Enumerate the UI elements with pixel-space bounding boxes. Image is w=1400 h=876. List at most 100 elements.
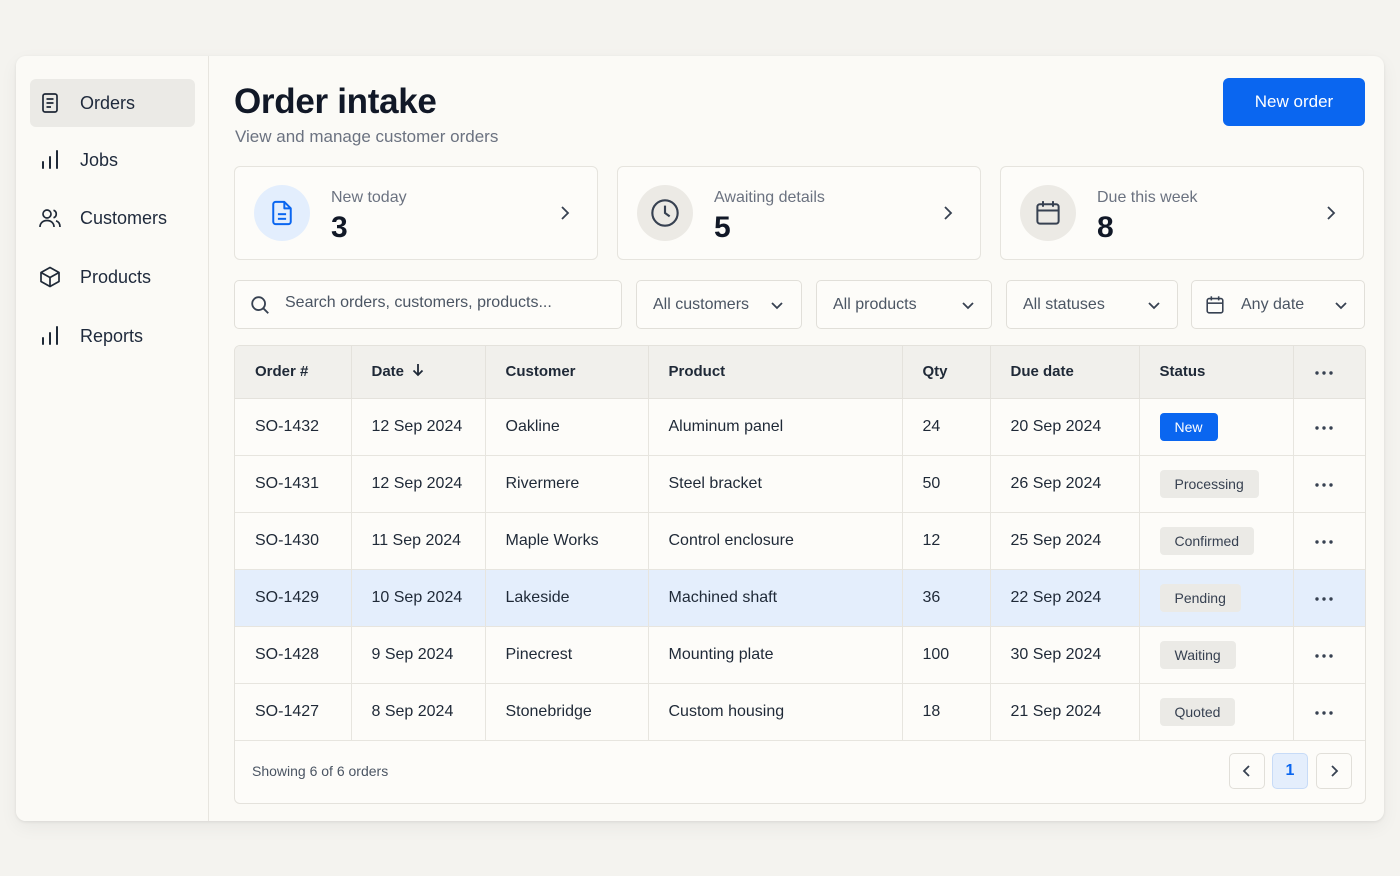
- cell-order: SO-1430: [235, 512, 352, 570]
- column-header-order[interactable]: Order #: [235, 346, 352, 399]
- calendar-icon: [1036, 201, 1060, 225]
- cell-customer: Maple Works: [485, 512, 649, 570]
- column-header-product[interactable]: Product: [648, 346, 903, 399]
- card-value: 5: [714, 211, 731, 244]
- cell-product: Steel bracket: [648, 455, 903, 513]
- cell-qty: 12: [902, 512, 991, 570]
- page-title: Order intake: [234, 82, 437, 121]
- column-header-actions[interactable]: [1293, 346, 1365, 399]
- card-awaiting-details[interactable]: Awaiting details 5: [617, 166, 981, 260]
- sidebar-item-label: Products: [80, 266, 152, 287]
- cell-actions: [1293, 626, 1365, 684]
- cell-date: 9 Sep 2024: [351, 626, 486, 684]
- table-row[interactable]: SO-1432 12 Sep 2024 Oakline Aluminum pan…: [235, 398, 1365, 456]
- more-horizontal-icon[interactable]: [1314, 653, 1334, 659]
- cell-qty: 36: [902, 569, 991, 627]
- cell-customer: Rivermere: [485, 455, 649, 513]
- more-horizontal-icon[interactable]: [1314, 482, 1334, 488]
- table-row[interactable]: SO-1431 12 Sep 2024 Rivermere Steel brac…: [235, 455, 1365, 513]
- cell-product: Machined shaft: [648, 569, 903, 627]
- table-footer-count: Showing 6 of 6 orders: [252, 763, 389, 779]
- cell-date: 12 Sep 2024: [351, 455, 486, 513]
- pagination-next-button[interactable]: [1316, 753, 1352, 789]
- chevron-down-icon: [1148, 302, 1160, 310]
- more-horizontal-icon[interactable]: [1314, 425, 1334, 431]
- cell-status: Confirmed: [1139, 512, 1294, 570]
- cell-qty: 100: [902, 626, 991, 684]
- products-filter-value: All products: [833, 296, 917, 313]
- pagination-page-button[interactable]: 1: [1272, 753, 1308, 789]
- search-field[interactable]: [234, 280, 622, 329]
- search-input[interactable]: [285, 294, 605, 312]
- cell-status: Quoted: [1139, 683, 1294, 741]
- cell-actions: [1293, 455, 1365, 513]
- cell-date: 11 Sep 2024: [351, 512, 486, 570]
- orders-table: Order # Date Customer Product Qty Due da…: [235, 346, 1365, 741]
- bar-chart-icon: [42, 150, 58, 169]
- chevron-down-icon: [1335, 302, 1347, 310]
- sidebar-item-jobs[interactable]: Jobs: [30, 136, 195, 184]
- cell-due-date: 25 Sep 2024: [990, 512, 1140, 570]
- clock-icon: [651, 199, 679, 227]
- cell-customer: Stonebridge: [485, 683, 649, 741]
- card-label: Due this week: [1097, 189, 1198, 206]
- more-horizontal-icon[interactable]: [1314, 539, 1334, 545]
- date-filter[interactable]: Any date: [1191, 280, 1365, 329]
- sidebar: Orders Jobs Customers Products Reports: [16, 56, 209, 821]
- chevron-right-icon: [1331, 765, 1339, 777]
- cell-order: SO-1427: [235, 683, 352, 741]
- card-icon-wrap: [1020, 185, 1076, 241]
- sidebar-item-reports[interactable]: Reports: [30, 312, 195, 360]
- sidebar-item-customers[interactable]: Customers: [30, 194, 195, 242]
- column-header-status[interactable]: Status: [1139, 346, 1294, 399]
- cell-order: SO-1431: [235, 455, 352, 513]
- table-row[interactable]: SO-1427 8 Sep 2024 Stonebridge Custom ho…: [235, 683, 1365, 741]
- card-due-this-week[interactable]: Due this week 8: [1000, 166, 1364, 260]
- page-subtitle: View and manage customer orders: [235, 127, 499, 146]
- cell-order: SO-1432: [235, 398, 352, 456]
- table-row-selected[interactable]: SO-1429 10 Sep 2024 Lakeside Machined sh…: [235, 569, 1365, 627]
- app-window: Orders Jobs Customers Products Reports O…: [16, 56, 1384, 821]
- status-badge: Waiting: [1159, 640, 1236, 669]
- cell-date: 12 Sep 2024: [351, 398, 486, 456]
- sidebar-item-label: Customers: [80, 207, 168, 228]
- cell-due-date: 20 Sep 2024: [990, 398, 1140, 456]
- status-badge: New: [1159, 412, 1218, 441]
- card-value: 3: [331, 211, 348, 244]
- card-icon-wrap: [254, 185, 310, 241]
- more-horizontal-icon[interactable]: [1314, 596, 1334, 602]
- column-header-date[interactable]: Date: [351, 346, 486, 399]
- card-new-today[interactable]: New today 3: [234, 166, 598, 260]
- customers-filter-value: All customers: [653, 296, 750, 313]
- new-order-button[interactable]: New order: [1223, 78, 1365, 126]
- products-filter[interactable]: All products: [816, 280, 992, 329]
- sidebar-item-products[interactable]: Products: [30, 253, 195, 301]
- customers-filter[interactable]: All customers: [636, 280, 802, 329]
- card-icon-wrap: [637, 185, 693, 241]
- chevron-left-icon: [1242, 765, 1250, 777]
- statuses-filter-value: All statuses: [1023, 296, 1105, 313]
- more-horizontal-icon[interactable]: [1314, 710, 1334, 716]
- cell-qty: 50: [902, 455, 991, 513]
- table-row[interactable]: SO-1430 11 Sep 2024 Maple Works Control …: [235, 512, 1365, 570]
- table-header-row: Order # Date Customer Product Qty Due da…: [235, 346, 1365, 399]
- column-header-qty[interactable]: Qty: [902, 346, 991, 399]
- statuses-filter[interactable]: All statuses: [1006, 280, 1178, 329]
- users-icon: [39, 209, 61, 228]
- cell-customer: Lakeside: [485, 569, 649, 627]
- column-header-customer[interactable]: Customer: [485, 346, 649, 399]
- column-header-due-date[interactable]: Due date: [990, 346, 1140, 399]
- table-row[interactable]: SO-1428 9 Sep 2024 Pinecrest Mounting pl…: [235, 626, 1365, 684]
- document-icon: [42, 93, 58, 113]
- cell-due-date: 26 Sep 2024: [990, 455, 1140, 513]
- column-header-label: Date: [371, 363, 405, 381]
- more-horizontal-icon: [1314, 371, 1333, 375]
- cell-product: Aluminum panel: [648, 398, 903, 456]
- main-content: Order intake View and manage customer or…: [209, 56, 1384, 821]
- cell-due-date: 21 Sep 2024: [990, 683, 1140, 741]
- status-badge: Confirmed: [1159, 526, 1255, 555]
- cell-date: 8 Sep 2024: [351, 683, 486, 741]
- pagination-prev-button[interactable]: [1229, 753, 1265, 789]
- cell-actions: [1293, 683, 1365, 741]
- sidebar-item-orders[interactable]: Orders: [30, 79, 195, 127]
